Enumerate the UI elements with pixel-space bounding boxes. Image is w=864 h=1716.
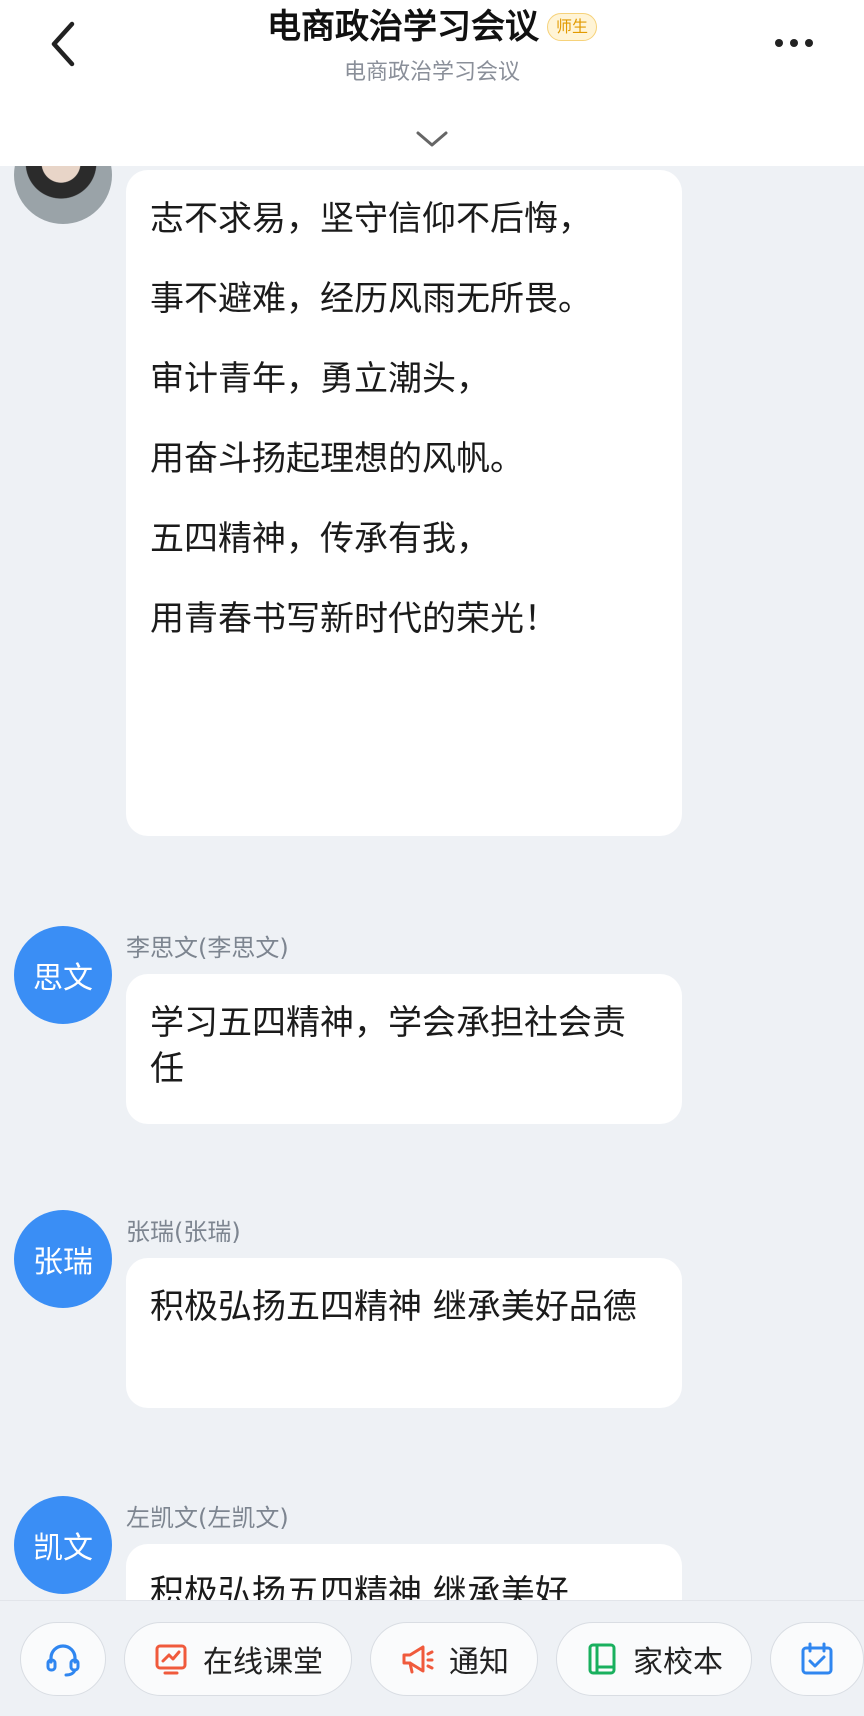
toolbar-label: 通知 — [449, 1644, 509, 1680]
message-bubble[interactable]: 志不求易，坚守信仰不后悔， 事不避难，经历风雨无所畏。 审计青年，勇立潮头， 用… — [126, 170, 682, 836]
group-type-badge: 师生 — [546, 13, 597, 41]
dot-icon — [805, 39, 813, 47]
calendar-check-icon — [801, 1642, 833, 1674]
avatar[interactable]: 张瑞 — [14, 1210, 112, 1308]
checkin-button[interactable] — [770, 1621, 864, 1696]
more-options-button[interactable] — [764, 26, 824, 60]
sender-name: 张瑞(张瑞) — [126, 1218, 241, 1246]
bottom-toolbar: 在线课堂 通知 家校本 — [0, 1600, 864, 1716]
notebook-icon — [588, 1643, 616, 1674]
message-bubble[interactable]: 积极弘扬五四精神 继承美好品德 — [126, 1258, 682, 1408]
message-text: 积极弘扬五四精神 继承美好品德 — [150, 1287, 637, 1327]
notice-button[interactable]: 通知 — [370, 1621, 538, 1696]
message-text: 用奋斗扬起理想的风帆。 — [150, 439, 524, 479]
message-text: 事不避难，经历风雨无所畏。 — [150, 279, 592, 319]
message-text: 志不求易，坚守信仰不后悔， — [150, 199, 592, 239]
message-text: 用青春书写新时代的荣光！ — [150, 599, 558, 639]
message-bubble[interactable]: 积极弘扬五四精神 继承美好 — [126, 1544, 682, 1600]
sender-name: 左凯文(左凯文) — [126, 1504, 289, 1532]
message-text: 五四精神，传承有我， — [150, 519, 490, 559]
toolbar-label: 在线课堂 — [203, 1644, 323, 1680]
dot-icon — [790, 39, 798, 47]
expand-header-button[interactable] — [412, 126, 452, 152]
dot-icon — [775, 39, 783, 47]
message-text: 学习五四精神，学会承担社会责任 — [150, 1003, 626, 1089]
message-text: 审计青年，勇立潮头， — [150, 359, 490, 399]
chevron-down-icon — [416, 131, 448, 147]
avatar[interactable]: 凯文 — [14, 1496, 112, 1594]
message-bubble[interactable]: 学习五四精神，学会承担社会责任 — [126, 974, 682, 1124]
page-subtitle: 电商政治学习会议 — [343, 60, 520, 85]
message-list[interactable]: 志不求易，坚守信仰不后悔， 事不避难，经历风雨无所畏。 审计青年，勇立潮头， 用… — [0, 166, 864, 1600]
headset-icon — [46, 1643, 80, 1676]
home-school-book-button[interactable]: 家校本 — [556, 1621, 752, 1696]
avatar[interactable] — [14, 166, 112, 224]
avatar[interactable]: 思文 — [14, 926, 112, 1024]
message-text: 积极弘扬五四精神 继承美好 — [150, 1573, 569, 1600]
classroom-icon — [155, 1644, 187, 1674]
chat-header: 电商政治学习会议 师生 电商政治学习会议 — [0, 0, 864, 166]
page-title: 电商政治学习会议 — [266, 7, 539, 47]
online-classroom-button[interactable]: 在线课堂 — [124, 1621, 352, 1696]
customer-service-button[interactable] — [20, 1621, 106, 1696]
megaphone-icon — [402, 1645, 434, 1673]
toolbar-label: 家校本 — [633, 1644, 723, 1680]
sender-name: 李思文(李思文) — [126, 934, 289, 962]
